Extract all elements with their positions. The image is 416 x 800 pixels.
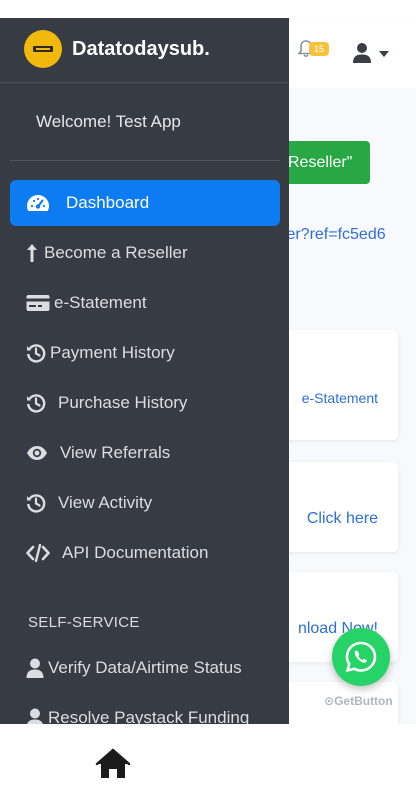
drawer-divider <box>10 160 280 161</box>
section-heading-self-service: SELF-SERVICE <box>28 614 140 631</box>
brand-header[interactable]: Datatodaysub. <box>0 18 289 83</box>
history-icon <box>26 393 50 413</box>
sidebar-item-label: Resolve Paystack Funding <box>48 708 250 724</box>
sidebar-item-label: API Documentation <box>62 543 209 562</box>
sidebar-item-verify-status[interactable]: Verify Data/Airtime Status <box>10 645 280 691</box>
statement-link[interactable]: e-Statement <box>302 390 378 406</box>
user-icon <box>353 43 371 63</box>
whatsapp-button[interactable] <box>332 628 390 686</box>
sidebar-item-e-statement[interactable]: e-Statement <box>10 280 280 326</box>
sidebar-item-label: Dashboard <box>66 193 150 212</box>
sidebar-item-label: View Referrals <box>60 443 171 462</box>
whatsapp-icon <box>345 641 377 673</box>
eye-icon <box>26 443 50 463</box>
tachometer-icon <box>26 193 50 213</box>
user-icon <box>26 708 50 724</box>
getbutton-icon: ⊙ <box>324 694 335 708</box>
sidebar-item-label: View Activity <box>58 493 153 512</box>
welcome-message: Welcome! Test App <box>36 112 181 131</box>
sidebar-item-become-reseller[interactable]: Become a Reseller <box>10 230 280 276</box>
notification-badge: 15 <box>309 42 329 56</box>
sidebar-item-api-documentation[interactable]: API Documentation <box>10 530 280 576</box>
home-icon <box>95 748 131 778</box>
user-icon <box>26 658 50 678</box>
caret-down-icon <box>379 51 389 57</box>
sidebar-item-purchase-history[interactable]: Purchase History <box>10 380 280 426</box>
sidebar-item-label: e-Statement <box>54 293 147 312</box>
credit-card-icon <box>26 293 50 313</box>
sidebar-item-view-referrals[interactable]: View Referrals <box>10 430 280 476</box>
brand-logo <box>24 30 62 68</box>
sidebar-item-payment-history[interactable]: Payment History <box>10 330 280 376</box>
logo-icon <box>33 46 53 52</box>
click-here-card: Click here <box>278 462 398 552</box>
user-menu[interactable] <box>352 42 392 64</box>
navigation-drawer: Datatodaysub. Welcome! Test App Dashboar… <box>0 18 289 724</box>
sidebar-item-resolve-paystack[interactable]: Resolve Paystack Funding <box>10 695 280 724</box>
bottom-navigation <box>0 724 416 800</box>
sidebar-item-label: Verify Data/Airtime Status <box>48 658 242 677</box>
brand-name: Datatodaysub. <box>72 38 210 60</box>
getbutton-watermark: ⊙GetButton <box>324 694 393 708</box>
history-icon <box>26 343 50 363</box>
statement-card: e-Statement <box>278 330 398 440</box>
sidebar-item-view-activity[interactable]: View Activity <box>10 480 280 526</box>
status-bar <box>0 0 416 18</box>
referral-link[interactable]: ter?ref=fc5ed6 <box>282 226 386 244</box>
sidebar-item-label: Payment History <box>50 343 175 362</box>
history-icon <box>26 493 50 513</box>
code-icon <box>26 543 50 563</box>
sidebar-item-dashboard[interactable]: Dashboard <box>10 180 280 226</box>
click-here-link[interactable]: Click here <box>307 510 378 528</box>
sidebar-item-label: Become a Reseller <box>44 243 188 262</box>
home-button[interactable] <box>95 748 131 780</box>
sidebar-item-label: Purchase History <box>58 393 188 412</box>
